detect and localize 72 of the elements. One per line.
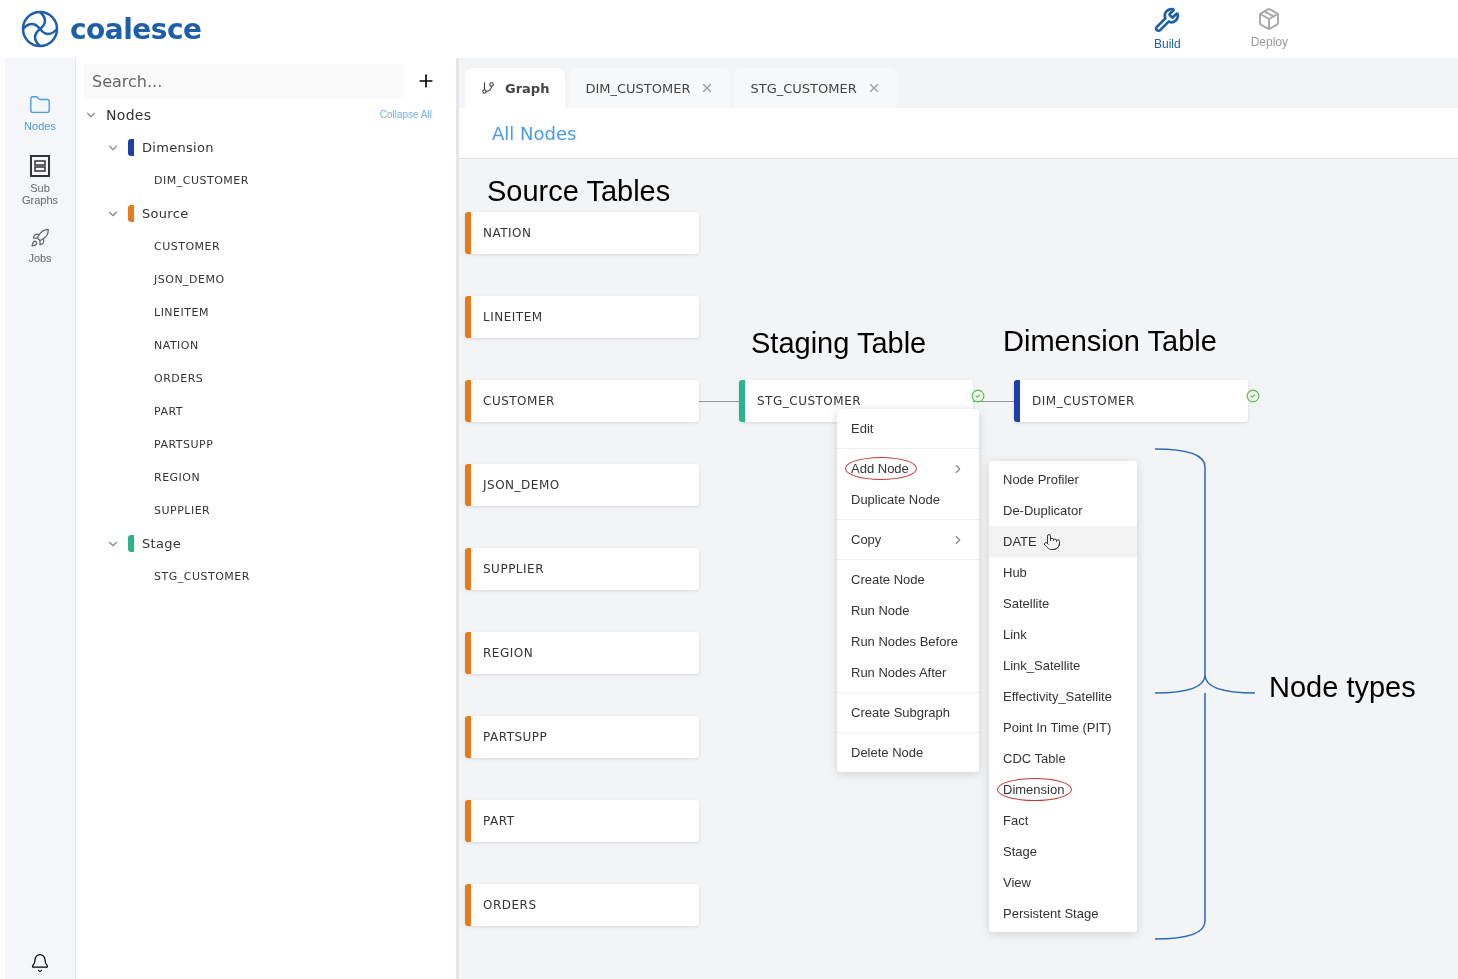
graph-node[interactable]: ORDERS xyxy=(465,884,699,926)
tree-item[interactable]: DIM_CUSTOMER xyxy=(154,174,249,187)
search-field[interactable]: Search... xyxy=(84,64,406,98)
tree-item[interactable]: PART xyxy=(154,405,184,418)
menu-item[interactable]: Create Node xyxy=(837,564,979,595)
menu-item[interactable]: Link_Satellite xyxy=(989,650,1137,681)
tree-item[interactable]: REGION xyxy=(154,471,201,484)
editor-tab[interactable]: DIM_CUSTOMER xyxy=(569,68,731,108)
menu-item[interactable]: View xyxy=(989,867,1137,898)
rail-item[interactable]: Sub Graphs xyxy=(15,154,65,206)
editor-tab[interactable]: STG_CUSTOMER xyxy=(734,68,897,108)
menu-item[interactable]: Create Subgraph xyxy=(837,697,979,728)
tree-item[interactable]: LINEITEM xyxy=(154,306,209,319)
hand-cursor-icon xyxy=(1042,532,1061,551)
graph-node[interactable]: PARTSUPP xyxy=(465,716,699,758)
menu-item[interactable]: De-Duplicator xyxy=(989,495,1137,526)
tools-icon xyxy=(1154,7,1181,33)
menu-item[interactable]: Effectivity_Satellite xyxy=(989,681,1137,712)
menu-item[interactable]: Duplicate Node xyxy=(837,484,979,515)
menu-item[interactable]: DATE xyxy=(989,526,1137,557)
rail-item[interactable]: Jobs xyxy=(15,228,65,264)
graph-node[interactable]: NATION xyxy=(465,212,699,254)
bell-icon[interactable] xyxy=(30,953,50,973)
menu-item[interactable]: Delete Node xyxy=(837,737,979,768)
tree-item[interactable]: PARTSUPP xyxy=(154,438,214,451)
tree-group-label[interactable]: Dimension xyxy=(142,140,214,155)
logo-text: coalesce xyxy=(70,12,202,46)
tree-item[interactable]: NATION xyxy=(154,339,199,352)
graph-icon xyxy=(481,81,495,95)
graph-node[interactable]: CUSTOMER xyxy=(465,380,699,422)
menu-item[interactable]: Hub xyxy=(989,557,1137,588)
menu-item[interactable]: CDC Table xyxy=(989,743,1137,774)
tree-group-label[interactable]: Source xyxy=(142,206,189,221)
nav-tab[interactable]: Build xyxy=(1153,7,1181,51)
menu-item[interactable]: Link xyxy=(989,619,1137,650)
menu-item[interactable]: Run Nodes Before xyxy=(837,626,979,657)
menu-item[interactable]: Run Nodes After xyxy=(837,657,979,688)
menu-item[interactable]: Stage xyxy=(989,836,1137,867)
graph-node[interactable]: SUPPLIER xyxy=(465,548,699,590)
tree-group-label[interactable]: Stage xyxy=(142,536,182,551)
tree-root-label[interactable]: Nodes xyxy=(106,106,152,123)
editor-tab[interactable]: Graph xyxy=(465,68,566,108)
tree-item[interactable]: SUPPLIER xyxy=(154,504,211,517)
menu-item[interactable]: Copy xyxy=(837,524,979,555)
folder-icon xyxy=(29,94,51,116)
graph-node[interactable]: PART xyxy=(465,800,699,842)
logo-icon xyxy=(20,9,60,49)
subgraph-icon xyxy=(29,154,51,178)
tree-item[interactable]: JSON_DEMO xyxy=(154,273,225,286)
menu-item[interactable]: Node Profiler xyxy=(989,464,1137,495)
annotation-text: Node types xyxy=(1269,671,1416,704)
menu-item[interactable]: Add Node xyxy=(837,453,979,484)
graph-node[interactable]: DIM_CUSTOMER xyxy=(1014,380,1248,422)
tree-item[interactable]: ORDERS xyxy=(154,372,204,385)
menu-item[interactable]: Point In Time (PIT) xyxy=(989,712,1137,743)
tree-item[interactable]: STG_CUSTOMER xyxy=(154,570,250,583)
graph-node[interactable]: JSON_DEMO xyxy=(465,464,699,506)
edge-line xyxy=(973,401,1014,402)
box-icon xyxy=(1257,7,1282,31)
annotation-text: Source Tables xyxy=(487,175,671,208)
menu-item[interactable]: Run Node xyxy=(837,595,979,626)
annotation-text: Dimension Table xyxy=(1003,325,1217,358)
tree-item[interactable]: CUSTOMER xyxy=(154,240,221,253)
menu-item[interactable]: Fact xyxy=(989,805,1137,836)
menu-item[interactable]: Satellite xyxy=(989,588,1137,619)
graph-node[interactable]: REGION xyxy=(465,632,699,674)
graph-node[interactable]: LINEITEM xyxy=(465,296,699,338)
edge-line xyxy=(699,401,739,402)
menu-item[interactable]: Persistent Stage xyxy=(989,898,1137,929)
menu-item[interactable]: Dimension xyxy=(989,774,1137,805)
annotation-text: Staging Table xyxy=(751,327,927,360)
rocket-icon xyxy=(30,228,50,248)
